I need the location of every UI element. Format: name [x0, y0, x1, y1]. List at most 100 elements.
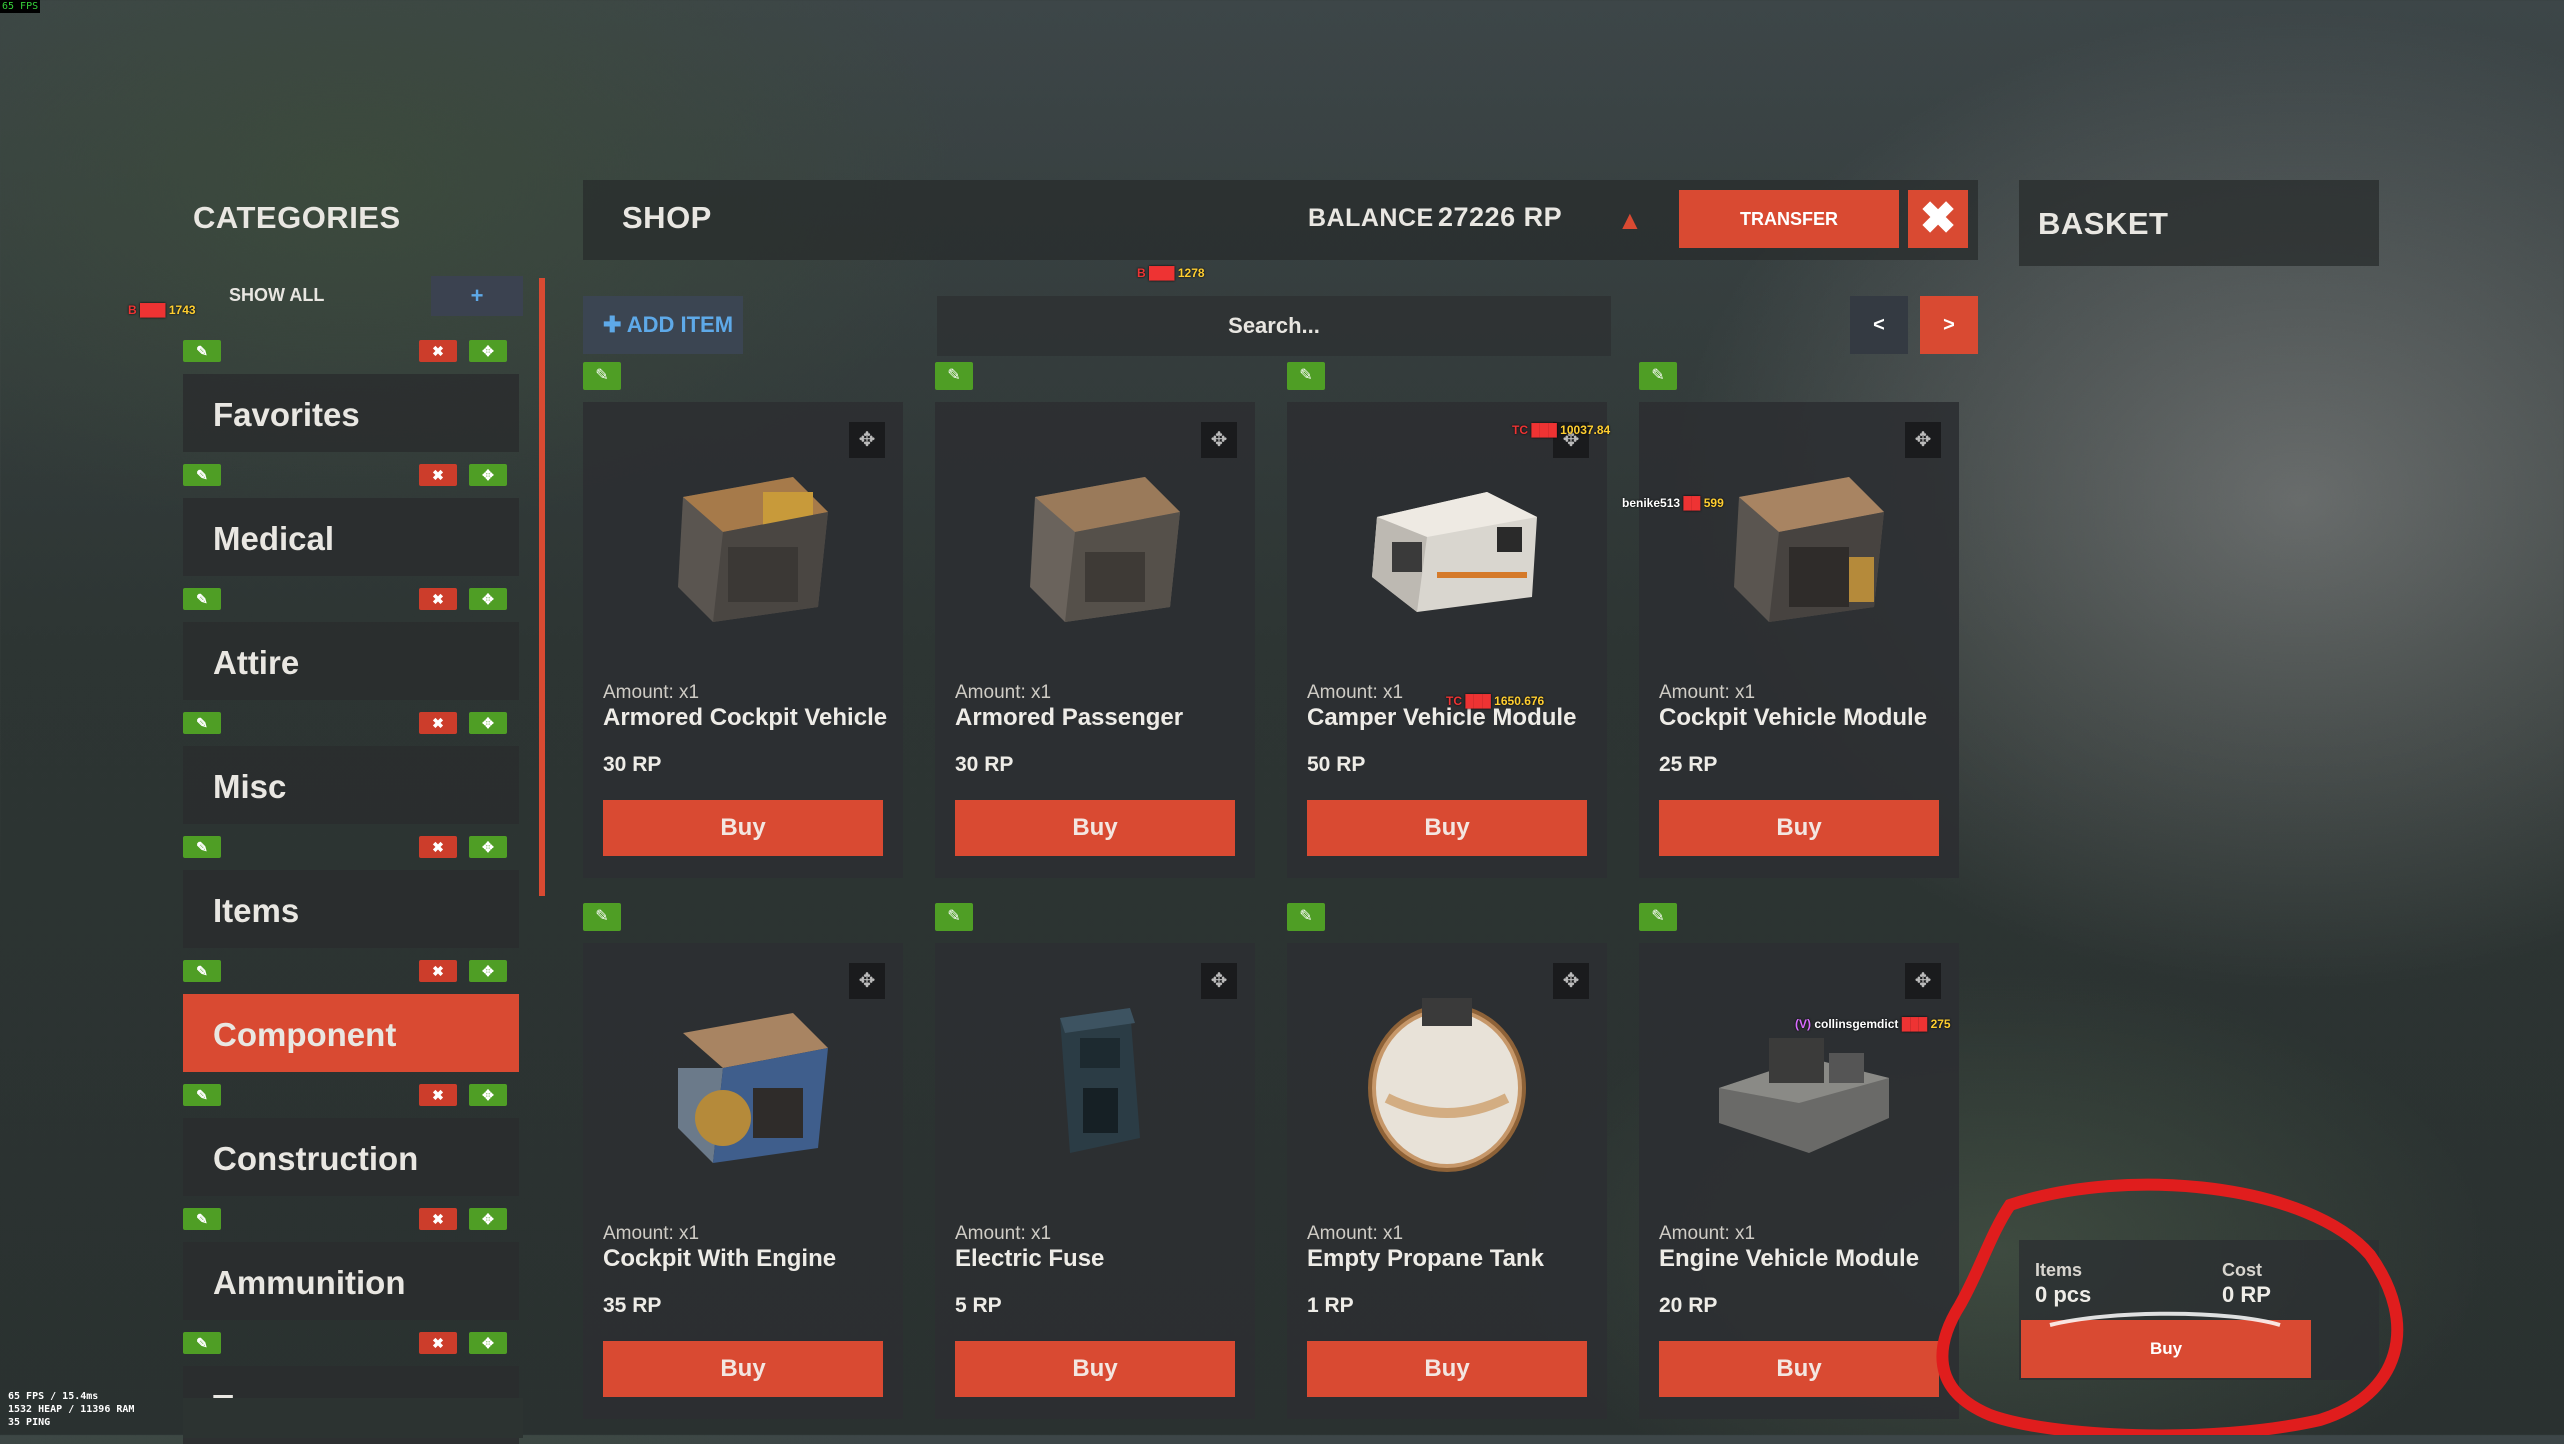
category-button[interactable]: Ammunition	[183, 1242, 519, 1320]
remove-category-icon[interactable]: ✖	[419, 464, 457, 486]
move-category-icon[interactable]: ✥	[469, 1208, 507, 1230]
category-button[interactable]: Medical	[183, 498, 519, 576]
remove-category-icon[interactable]: ✖	[419, 1332, 457, 1354]
category-label: Ammunition	[213, 1264, 406, 1301]
buy-button[interactable]: Buy	[1659, 800, 1939, 856]
move-category-icon[interactable]: ✥	[469, 1332, 507, 1354]
move-item-icon[interactable]: ✥	[1905, 422, 1941, 458]
add-category-button[interactable]: +	[431, 276, 523, 316]
category-row: ✎ ✖ ✥ Misc	[183, 712, 519, 824]
edit-category-icon[interactable]: ✎	[183, 712, 221, 734]
cockpit-engine-image	[643, 978, 843, 1178]
category-button[interactable]: Favorites	[183, 374, 519, 452]
buy-button[interactable]: Buy	[955, 800, 1235, 856]
plus-icon: ✚	[603, 312, 627, 337]
edit-category-icon[interactable]: ✎	[183, 588, 221, 610]
category-row: ✎ ✖ ✥ Medical	[183, 464, 519, 576]
category-button[interactable]: Construction	[183, 1118, 519, 1196]
move-category-icon[interactable]: ✥	[469, 836, 507, 858]
shop-item-card: ✥ Amount: x1 Camper Vehicle Module 50 RP Buy	[1287, 402, 1607, 878]
edit-item-icon[interactable]: ✎	[1639, 362, 1677, 390]
category-label: Favorites	[213, 396, 360, 433]
buy-button[interactable]: Buy	[603, 1341, 883, 1397]
move-item-icon[interactable]: ✥	[1201, 963, 1237, 999]
show-all-button[interactable]: SHOW ALL	[229, 285, 324, 306]
category-label: Medical	[213, 520, 335, 557]
search-input[interactable]	[937, 296, 1611, 356]
item-price: 50 RP	[1307, 753, 1366, 776]
move-category-icon[interactable]: ✥	[469, 1084, 507, 1106]
buy-button[interactable]: Buy	[1307, 800, 1587, 856]
buy-button[interactable]: Buy	[955, 1341, 1235, 1397]
move-item-icon[interactable]: ✥	[1553, 963, 1589, 999]
edit-category-icon[interactable]: ✎	[183, 340, 221, 362]
move-category-icon[interactable]: ✥	[469, 960, 507, 982]
edit-category-icon[interactable]: ✎	[183, 1332, 221, 1354]
item-name: Cockpit Vehicle Module	[1659, 704, 1928, 731]
item-amount: Amount: x1	[1659, 682, 1756, 703]
edit-item-icon[interactable]: ✎	[583, 362, 621, 390]
remove-category-icon[interactable]: ✖	[419, 588, 457, 610]
item-amount: Amount: x1	[1307, 1223, 1404, 1244]
category-row: ✎ ✖ ✥ Component	[183, 960, 519, 1072]
edit-item-icon[interactable]: ✎	[1287, 903, 1325, 931]
category-label: Misc	[213, 768, 287, 805]
close-button[interactable]: ✖	[1908, 190, 1968, 248]
edit-item-icon[interactable]: ✎	[935, 903, 973, 931]
move-category-icon[interactable]: ✥	[469, 340, 507, 362]
category-button[interactable]: Component	[183, 994, 519, 1072]
perf-overlay: 65 FPS / 15.4ms 1532 HEAP / 11396 RAM 35…	[8, 1391, 135, 1428]
item-amount: Amount: x1	[603, 1223, 700, 1244]
next-page-button[interactable]: >	[1920, 296, 1978, 354]
buy-button[interactable]: Buy	[1307, 1341, 1587, 1397]
remove-category-icon[interactable]: ✖	[419, 1208, 457, 1230]
remove-category-icon[interactable]: ✖	[419, 836, 457, 858]
item-price: 35 RP	[603, 1294, 662, 1317]
category-row: ✎ ✖ ✥ Construction	[183, 1084, 519, 1196]
item-name: Armored Cockpit Vehicle	[603, 704, 888, 731]
item-name: Engine Vehicle Module	[1659, 1245, 1920, 1272]
shop-item-card: ✥ Amount: x1 Empty Propane Tank 1 RP Buy	[1287, 943, 1607, 1419]
item-name: Electric Fuse	[955, 1245, 1105, 1272]
category-button[interactable]: Attire	[183, 622, 519, 700]
buy-button[interactable]: Buy	[603, 800, 883, 856]
buy-button[interactable]: Buy	[1659, 1341, 1939, 1397]
item-price: 1 RP	[1307, 1294, 1354, 1317]
move-item-icon[interactable]: ✥	[1905, 963, 1941, 999]
edit-item-icon[interactable]: ✎	[935, 362, 973, 390]
move-item-icon[interactable]: ✥	[1201, 422, 1237, 458]
move-category-icon[interactable]: ✥	[469, 712, 507, 734]
player-tag: benike513 ██ 599	[1622, 496, 1724, 510]
category-row: ✎ ✖ ✥ Items	[183, 836, 519, 948]
edit-category-icon[interactable]: ✎	[183, 836, 221, 858]
edit-category-icon[interactable]: ✎	[183, 960, 221, 982]
categories-scrollbar[interactable]	[539, 278, 545, 896]
edit-category-icon[interactable]: ✎	[183, 1208, 221, 1230]
edit-category-icon[interactable]: ✎	[183, 464, 221, 486]
edit-item-icon[interactable]: ✎	[1287, 362, 1325, 390]
item-name: Armored Passenger	[955, 704, 1184, 731]
remove-category-icon[interactable]: ✖	[419, 340, 457, 362]
edit-item-icon[interactable]: ✎	[583, 903, 621, 931]
move-category-icon[interactable]: ✥	[469, 464, 507, 486]
add-item-label: ADD ITEM	[626, 312, 734, 337]
item-amount: Amount: x1	[955, 1223, 1052, 1244]
remove-category-icon[interactable]: ✖	[419, 712, 457, 734]
cockpit-image	[1699, 437, 1899, 637]
category-button[interactable]: Misc	[183, 746, 519, 824]
move-item-icon[interactable]: ✥	[849, 422, 885, 458]
transfer-button[interactable]: TRANSFER	[1679, 190, 1899, 248]
move-item-icon[interactable]: ✥	[849, 963, 885, 999]
add-item-button[interactable]: ✚ ADD ITEM	[583, 296, 743, 354]
edit-category-icon[interactable]: ✎	[183, 1084, 221, 1106]
categories-clip	[183, 1398, 523, 1438]
close-icon: ✖	[1919, 194, 1957, 243]
move-category-icon[interactable]: ✥	[469, 588, 507, 610]
item-name: Cockpit With Engine	[603, 1245, 837, 1272]
prev-page-button[interactable]: <	[1850, 296, 1908, 354]
remove-category-icon[interactable]: ✖	[419, 1084, 457, 1106]
shop-item-card: ✥ Amount: x1 Cockpit With Engine 35 RP Buy	[583, 943, 903, 1419]
edit-item-icon[interactable]: ✎	[1639, 903, 1677, 931]
remove-category-icon[interactable]: ✖	[419, 960, 457, 982]
category-button[interactable]: Items	[183, 870, 519, 948]
